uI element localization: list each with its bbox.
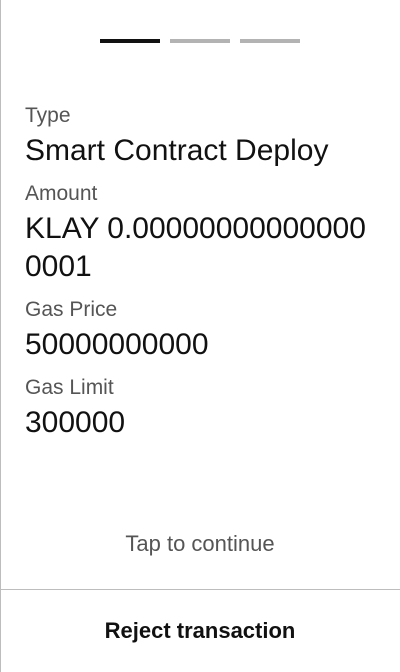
tap-to-continue-hint[interactable]: Tap to continue bbox=[0, 531, 400, 557]
type-value: Smart Contract Deploy bbox=[25, 134, 329, 167]
reject-transaction-button[interactable]: Reject transaction bbox=[0, 590, 400, 672]
step-2-indicator bbox=[170, 39, 230, 43]
gas-price-label: Gas Price bbox=[25, 298, 118, 321]
amount-value: KLAY 0.000000000000000001 bbox=[25, 212, 366, 283]
gas-limit-label: Gas Limit bbox=[25, 376, 114, 399]
step-3-indicator bbox=[240, 39, 300, 43]
step-indicator bbox=[100, 39, 300, 43]
amount-label: Amount bbox=[25, 182, 98, 205]
transaction-details[interactable]: Type Smart Contract Deploy Amount KLAY 0… bbox=[25, 100, 385, 442]
gas-limit-value: 300000 bbox=[25, 406, 126, 439]
gas-price-value: 50000000000 bbox=[25, 328, 209, 361]
left-border bbox=[0, 0, 1, 672]
step-1-indicator bbox=[100, 39, 160, 43]
type-label: Type bbox=[25, 104, 71, 127]
